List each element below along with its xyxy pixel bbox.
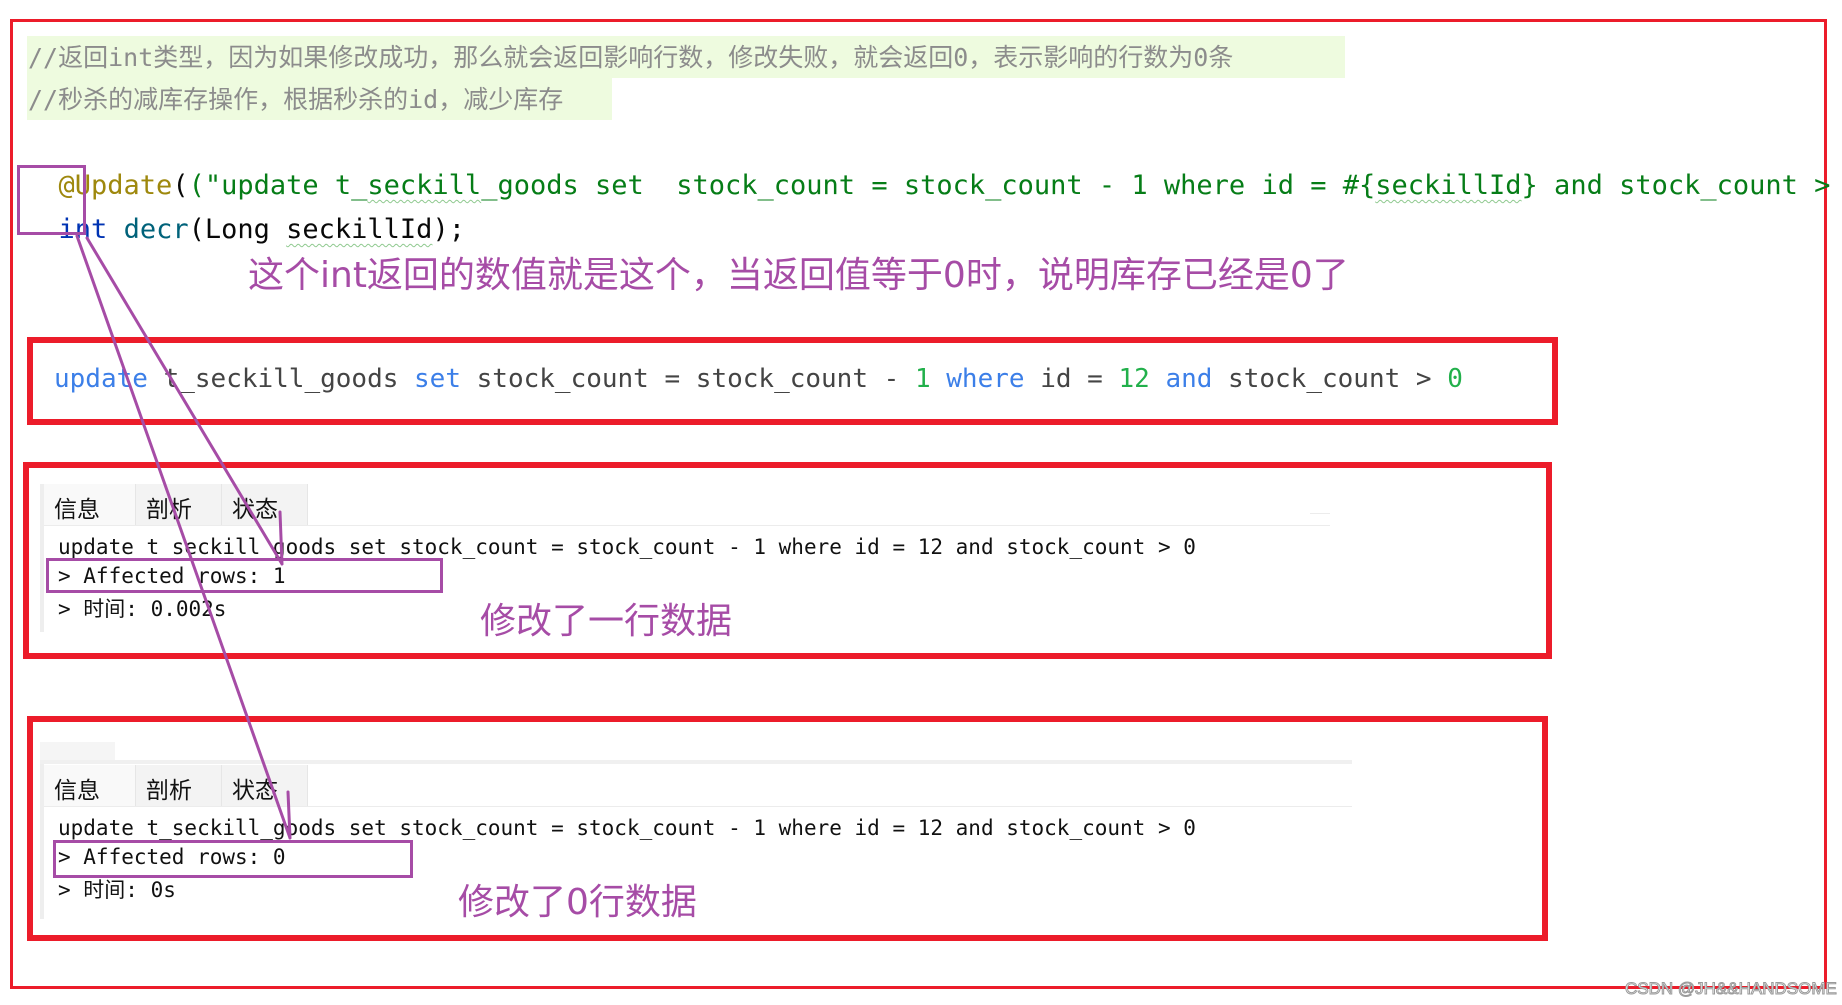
result-2-query: update t_seckill_goods set stock_count =… bbox=[58, 816, 1196, 840]
result-1-separator bbox=[44, 525, 1330, 526]
watermark: CSDN @JH&&HANDSOME bbox=[1625, 979, 1838, 999]
int-return-note: 这个int返回的数值就是这个，当返回值等于0时，说明库存已经是0了 bbox=[248, 255, 1349, 296]
sql-token: stock_count > bbox=[1212, 364, 1448, 394]
result-1-query: update t_seckill_goods set stock_count =… bbox=[58, 535, 1196, 559]
result-1-separator-tail bbox=[1310, 513, 1330, 514]
one-row-note: 修改了一行数据 bbox=[480, 601, 733, 642]
method-name: decr bbox=[123, 214, 189, 245]
annotation-sql-end: } and stock_count > 0" bbox=[1521, 170, 1831, 201]
sql-token: set bbox=[414, 364, 461, 394]
result-2-top-band bbox=[40, 742, 115, 760]
tab-status[interactable]: 状态 bbox=[222, 484, 308, 525]
result-1-time: > 时间: 0.002s bbox=[58, 597, 227, 621]
tab-profile[interactable]: 剖析 bbox=[136, 765, 222, 806]
method-params-close: ); bbox=[432, 214, 465, 245]
sql-token: t_seckill_goods bbox=[147, 364, 415, 394]
sql-token: update bbox=[54, 364, 148, 394]
affected-rows-1-highlight bbox=[46, 558, 443, 593]
affected-rows-2-highlight bbox=[53, 840, 413, 878]
tab-info[interactable]: 信息 bbox=[44, 765, 136, 806]
sql-statement: update t_seckill_goods set stock_count =… bbox=[54, 364, 1463, 394]
sql-token: 12 bbox=[1118, 364, 1150, 394]
annotation-sql-squig-2: seckillId bbox=[1375, 170, 1522, 201]
method-param: seckillId bbox=[286, 214, 433, 245]
result-2-time: > 时间: 0s bbox=[58, 878, 176, 902]
code-comment-2: //秒杀的减库存操作，根据秒杀的id，减少库存 bbox=[28, 85, 564, 114]
result-2-separator bbox=[44, 806, 1352, 807]
tab-info[interactable]: 信息 bbox=[44, 484, 136, 525]
code-method-line: int decr(Long seckillId); bbox=[26, 170, 465, 250]
result-2-tabs: 信息 剖析 状态 bbox=[44, 765, 308, 806]
sql-token: where bbox=[946, 364, 1025, 394]
method-params-open: (Long bbox=[188, 214, 287, 245]
code-comment-1: //返回int类型，因为如果修改成功，那么就会返回影响行数，修改失败，就会返回0… bbox=[28, 43, 1234, 72]
zero-rows-note: 修改了0行数据 bbox=[458, 882, 697, 923]
sql-token: stock_count = stock_count - bbox=[461, 364, 915, 394]
sql-token: and bbox=[1165, 364, 1213, 394]
result-2-band bbox=[40, 760, 1352, 764]
annotation-sql-middle: _goods set stock_count = stock_count - 1… bbox=[481, 170, 1376, 201]
int-highlight-box bbox=[17, 165, 86, 235]
sql-token: 0 bbox=[1447, 364, 1463, 394]
tab-status[interactable]: 状态 bbox=[222, 765, 308, 806]
result-1-tabs: 信息 剖析 状态 bbox=[44, 484, 308, 525]
sql-token: id = bbox=[1024, 364, 1119, 394]
sql-token: 1 bbox=[914, 364, 931, 394]
tab-profile[interactable]: 剖析 bbox=[136, 484, 222, 525]
